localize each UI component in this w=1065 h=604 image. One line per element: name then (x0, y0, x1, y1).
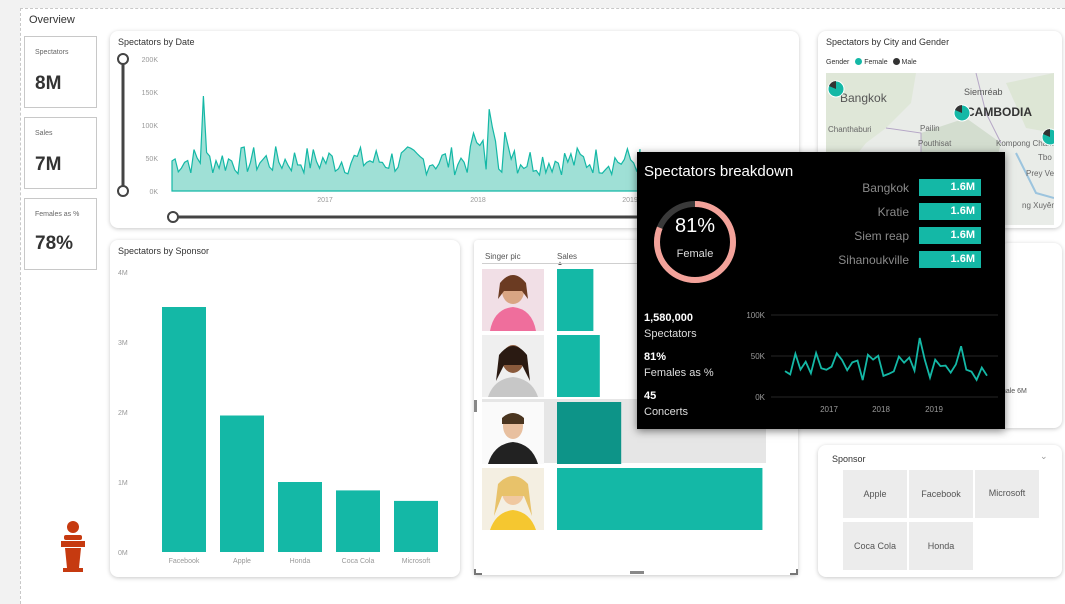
bar-honda[interactable] (278, 482, 322, 552)
y-tick-label: 200K (142, 57, 159, 64)
stat-label-females: Females as % (644, 367, 714, 379)
y-tick-label: 0M (118, 550, 128, 557)
stat-label-spectators: Spectators (644, 328, 697, 340)
map-legend: Gender Female Male (826, 58, 917, 66)
kpi-label: Females as % (35, 211, 80, 218)
sales-bar[interactable] (557, 468, 763, 530)
bar-microsoft[interactable] (394, 500, 438, 552)
city-name: Bangkok (862, 181, 909, 195)
bar-apple[interactable] (220, 415, 264, 553)
slider-handle-top[interactable] (117, 53, 129, 65)
city-row: Bangkok 1.6M (637, 179, 1005, 197)
legend-female[interactable]: Female (864, 59, 887, 66)
city-value: 1.6M (919, 251, 981, 268)
slicer-option-apple[interactable]: Apple (842, 469, 908, 519)
city-name: Siem reap (854, 229, 909, 243)
slicer-option-coca-cola[interactable]: Coca Cola (842, 521, 908, 571)
tooltip-mini-line-chart: 100K 50K 0K 2017 2018 2019 (746, 311, 998, 414)
bubble-kratie[interactable] (1041, 128, 1054, 146)
legend-title: Gender (826, 59, 850, 66)
slicer-option-honda[interactable]: Honda (908, 521, 974, 571)
sponsor-slicer[interactable]: Sponsor ⌄ Apple Facebook Microsoft Coca … (818, 445, 1062, 577)
x-tick-label: 2019 (925, 405, 943, 414)
y-tick-label: 3M (118, 340, 128, 347)
city-row: Siem reap 1.6M (637, 227, 1005, 245)
chevron-down-icon[interactable]: ⌄ (1040, 451, 1048, 462)
stat-value-females: 81% (644, 351, 667, 363)
stat-value-spectators: 1,580,000 (644, 312, 693, 324)
mini-line-series (784, 337, 988, 382)
stat-label-concerts: Concerts (644, 406, 689, 418)
horizontal-range-slider[interactable] (165, 208, 645, 226)
slicer-option-facebook[interactable]: Facebook (908, 469, 974, 519)
city-name: Kratie (877, 205, 909, 219)
resize-handle-bottom-left[interactable] (474, 569, 482, 575)
x-tick-label: Facebook (169, 558, 200, 565)
y-tick-label: 1M (118, 480, 128, 487)
city-row: Sihanoukville 1.6M (637, 251, 1005, 269)
city-name: Sihanoukville (838, 253, 909, 267)
x-tick-label: 2019 (622, 197, 638, 204)
y-tick-label: 0K (755, 393, 765, 402)
slider-handle-left[interactable] (167, 211, 179, 223)
legend-female-dot (855, 58, 863, 65)
sales-bar[interactable] (557, 335, 600, 397)
kpi-label: Spectators (35, 49, 69, 56)
sales-bar[interactable] (557, 269, 594, 331)
kpi-value: 8M (35, 73, 62, 94)
y-tick-label: 100K (142, 123, 159, 130)
x-tick-label: Coca Cola (342, 558, 375, 565)
city-row: Kratie 1.6M (637, 203, 1005, 221)
resize-handle-bottom[interactable] (630, 571, 644, 574)
kpi-value: 78% (35, 233, 74, 254)
city-value: 1.6M (919, 179, 981, 196)
sales-bar[interactable] (557, 402, 622, 464)
y-tick-label: 150K (142, 90, 159, 97)
y-tick-label: 2M (118, 410, 128, 417)
speaker-podium-icon (61, 521, 85, 572)
legend-male[interactable]: Male (902, 59, 917, 66)
page-tab-overview[interactable]: Overview (29, 14, 75, 26)
kpi-card-spectators[interactable]: Spectators 8M (24, 36, 97, 108)
city-value: 1.6M (919, 227, 981, 244)
slicer-title: Sponsor (832, 454, 866, 464)
y-tick-label: 50K (751, 352, 766, 361)
bubble-bangkok[interactable] (827, 80, 845, 98)
kpi-card-females-pct[interactable]: Females as % 78% (24, 198, 97, 270)
stat-value-concerts: 45 (644, 390, 657, 402)
y-tick-label: 50K (146, 156, 159, 163)
kpi-value: 7M (35, 154, 62, 175)
x-tick-label: 2018 (470, 197, 486, 204)
spectators-area-series (171, 95, 641, 192)
gender-visual-partial[interactable]: male 6M (1000, 243, 1062, 428)
resize-handle-left[interactable] (474, 400, 477, 412)
x-tick-label: 2017 (820, 405, 838, 414)
x-tick-label: 2018 (872, 405, 890, 414)
y-tick-label: 100K (746, 311, 765, 320)
city-value: 1.6M (919, 203, 981, 220)
bar-coca-cola[interactable] (336, 490, 380, 552)
spectators-by-sponsor-visual[interactable]: Spectators by Sponsor 4M 3M 2M 1M 0M Faceboo… (110, 240, 460, 577)
y-tick-label: 0K (149, 189, 158, 196)
slider-handle-bottom[interactable] (117, 185, 129, 197)
slicer-option-microsoft[interactable]: Microsoft (974, 469, 1040, 519)
kpi-label: Sales (35, 130, 53, 137)
sponsor-bar-chart: 4M 3M 2M 1M 0M Facebook Apple Honda Coca Cola Mi… (118, 270, 438, 565)
x-tick-label: Apple (233, 558, 251, 565)
visual-title: Spectators by City and Gender (826, 37, 950, 47)
y-tick-label: 4M (118, 270, 128, 277)
resize-handle-bottom-right[interactable] (790, 569, 798, 575)
x-tick-label: Microsoft (402, 558, 430, 565)
x-tick-label: Honda (290, 558, 311, 565)
bar-facebook[interactable] (162, 307, 206, 552)
legend-male-dot (892, 58, 900, 65)
x-tick-label: 2017 (317, 197, 333, 204)
bubble-siemreap[interactable] (953, 104, 971, 122)
kpi-card-sales[interactable]: Sales 7M (24, 117, 97, 189)
tooltip-title: Spectators breakdown (644, 163, 794, 180)
spectators-breakdown-tooltip: Spectators breakdown 81% Female Bangkok … (637, 152, 1005, 429)
